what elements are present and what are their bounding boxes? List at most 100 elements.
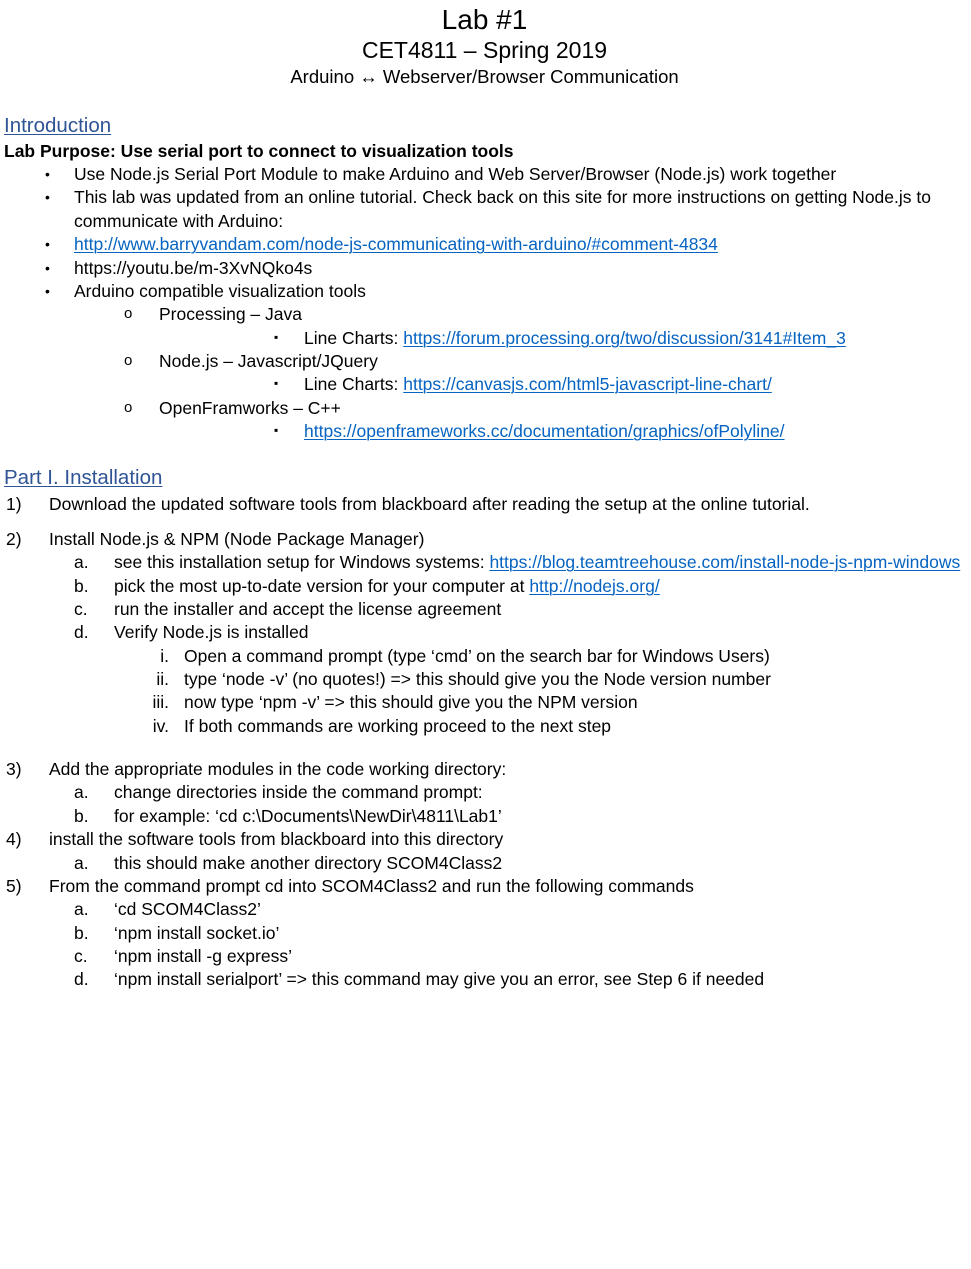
list-marker: b.	[74, 922, 89, 943]
link-barryvandam[interactable]: http://www.barryvandam.com/node-js-commu…	[74, 234, 718, 254]
list-item: iv. If both commands are working proceed…	[4, 715, 965, 738]
list-item-text: https://openframeworks.cc/documentation/…	[304, 420, 965, 443]
list-marker: a.	[74, 552, 89, 573]
list-item-text: http://www.barryvandam.com/node-js-commu…	[74, 233, 965, 256]
list-marker: c.	[74, 946, 88, 966]
list-item-text: ‘npm install socket.io’	[114, 922, 280, 943]
list-marker: c.	[74, 598, 88, 619]
list-item-text: Verify Node.js is installed	[114, 622, 309, 643]
list-item: c. ‘npm install -g express’	[4, 945, 965, 968]
line-charts-label: Line Charts:	[304, 374, 404, 395]
square-bullet-icon: ▪	[274, 376, 279, 391]
list-item: b. for example: ‘cd c:\Documents\NewDir\…	[4, 805, 965, 828]
bullet-icon: •	[45, 236, 50, 253]
list-marker: 5)	[6, 875, 22, 896]
list-item: • https://youtu.be/m-3XvNQko4s	[4, 257, 965, 280]
sub-item-text: pick the most up-to-date version for you…	[114, 575, 530, 596]
list-item-text: Line Charts: https://canvasjs.com/html5-…	[304, 373, 965, 396]
circle-bullet-icon: o	[124, 305, 133, 323]
title-block: Lab #1 CET4811 – Spring 2019 Arduino ↔ W…	[4, 4, 965, 89]
list-item-text: Line Charts: https://forum.processing.or…	[304, 327, 965, 350]
list-marker: i.	[160, 645, 169, 666]
list-marker: ii.	[156, 669, 169, 690]
list-item-text: Add the appropriate modules in the code …	[49, 759, 507, 780]
list-item: a. this should make another directory SC…	[4, 852, 965, 875]
lab-purpose: Lab Purpose: Use serial port to connect …	[4, 140, 514, 161]
list-item-text: Arduino compatible visualization tools	[74, 280, 366, 301]
list-item: ▪ Line Charts: https://forum.processing.…	[4, 327, 965, 350]
part1-heading-row: Part I. Installation	[4, 463, 965, 492]
link-canvasjs[interactable]: https://canvasjs.com/html5-javascript-li…	[403, 374, 772, 394]
list-marker: iv.	[152, 715, 169, 736]
document-title: Lab #1	[441, 4, 528, 35]
list-item-text: If both commands are working proceed to …	[184, 715, 612, 736]
heading-introduction: Introduction	[4, 113, 112, 137]
bullet-icon: •	[45, 282, 50, 299]
bullet-icon: •	[45, 259, 50, 276]
list-marker: b.	[74, 575, 89, 596]
circle-bullet-icon: o	[124, 351, 133, 369]
link-openframeworks[interactable]: https://openframeworks.cc/documentation/…	[304, 421, 785, 441]
list-item: ▪ https://openframeworks.cc/documentatio…	[4, 420, 965, 443]
list-item-text: pick the most up-to-date version for you…	[114, 575, 965, 598]
link-processing-forum[interactable]: https://forum.processing.org/two/discuss…	[403, 328, 846, 348]
list-item: a. ‘cd SCOM4Class2’	[4, 898, 965, 921]
document-subtitle: CET4811 – Spring 2019	[361, 37, 608, 64]
list-item: iii. now type ‘npm -v’ => this should gi…	[4, 691, 965, 714]
list-item-text: From the command prompt cd into SCOM4Cla…	[49, 875, 694, 896]
list-item: c. run the installer and accept the lice…	[4, 598, 965, 621]
list-item-text: ‘npm install serialport’ => this command…	[114, 969, 765, 990]
list-marker: 1)	[6, 493, 22, 514]
link-teamtreehouse[interactable]: https://blog.teamtreehouse.com/install-n…	[489, 552, 960, 572]
list-item: o Node.js – Javascript/JQuery	[4, 350, 965, 373]
list-item-text: Node.js – Javascript/JQuery	[159, 350, 378, 371]
list-item-text: install the software tools from blackboa…	[49, 829, 504, 850]
list-marker: 2)	[6, 528, 22, 549]
list-marker: 4)	[6, 829, 22, 850]
list-item-text: Install Node.js & NPM (Node Package Mana…	[49, 528, 425, 549]
list-item-text: ‘npm install -g express’	[114, 946, 292, 966]
sub-item-text: see this installation setup for Windows …	[114, 552, 490, 573]
bullet-icon: •	[45, 166, 50, 183]
list-item-text: Processing – Java	[159, 304, 302, 325]
heading-part-1-installation: Part I. Installation	[4, 466, 163, 490]
list-item-text: Open a command prompt (type ‘cmd’ on the…	[184, 645, 770, 666]
list-item: • This lab was updated from an online tu…	[4, 186, 965, 233]
list-marker: d.	[74, 622, 89, 643]
list-item-text: change directories inside the command pr…	[114, 782, 483, 803]
list-item-text: type ‘node -v’ (no quotes!) => this shou…	[184, 669, 771, 690]
list-item: d. ‘npm install serialport’ => this comm…	[4, 968, 965, 991]
list-item: i. Open a command prompt (type ‘cmd’ on …	[4, 645, 965, 668]
list-item-text: OpenFramworks – C++	[159, 397, 341, 418]
list-marker: 3)	[6, 759, 22, 780]
list-item-text: ‘cd SCOM4Class2’	[114, 899, 261, 920]
square-bullet-icon: ▪	[274, 329, 279, 344]
list-item: 1) Download the updated software tools f…	[4, 493, 965, 516]
list-item-text: for example: ‘cd c:\Documents\NewDir\481…	[114, 805, 502, 826]
list-item: b. ‘npm install socket.io’	[4, 922, 965, 945]
list-item-text: now type ‘npm -v’ => this should give yo…	[184, 692, 638, 713]
list-item-text: Download the updated software tools from…	[49, 493, 810, 514]
list-item-text: https://youtu.be/m-3XvNQko4s	[74, 257, 313, 278]
line-charts-label: Line Charts:	[304, 327, 404, 348]
list-item: o Processing – Java	[4, 303, 965, 326]
list-item: 3) Add the appropriate modules in the co…	[4, 758, 965, 781]
list-marker: a.	[74, 852, 89, 873]
document-subtitle-secondary: Arduino ↔ Webserver/Browser Communicatio…	[290, 65, 679, 87]
list-item: • Arduino compatible visualization tools	[4, 280, 965, 303]
list-item: 5) From the command prompt cd into SCOM4…	[4, 875, 965, 898]
list-item-text: Use Node.js Serial Port Module to make A…	[74, 164, 837, 185]
list-item: d. Verify Node.js is installed	[4, 621, 965, 644]
list-item-text: see this installation setup for Windows …	[114, 551, 965, 574]
list-item: ii. type ‘node -v’ (no quotes!) => this …	[4, 668, 965, 691]
list-item: b. pick the most up-to-date version for …	[4, 575, 965, 598]
link-nodejs-org[interactable]: http://nodejs.org/	[529, 576, 659, 596]
list-marker: a.	[74, 899, 89, 920]
list-item: a. change directories inside the command…	[4, 781, 965, 804]
list-item: • Use Node.js Serial Port Module to make…	[4, 163, 965, 186]
list-item: o OpenFramworks – C++	[4, 397, 965, 420]
